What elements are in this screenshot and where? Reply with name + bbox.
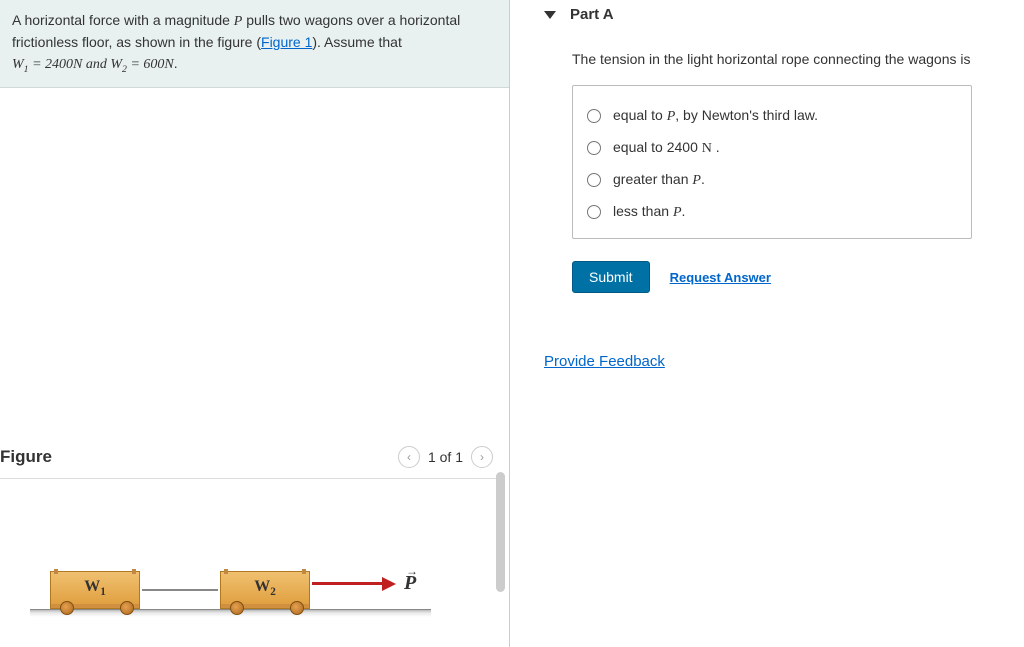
force-arrow: → P: [312, 572, 416, 595]
wheel-icon: [230, 601, 244, 615]
figure-link[interactable]: Figure 1: [261, 34, 312, 50]
provide-feedback-link[interactable]: Provide Feedback: [544, 353, 1024, 370]
option-3[interactable]: greater than P.: [587, 164, 957, 196]
figure-canvas: W1 W2 → P: [30, 519, 431, 639]
collapse-icon: [544, 11, 556, 19]
part-label: Part A: [570, 6, 614, 23]
question-text: The tension in the light horizontal rope…: [572, 51, 1024, 67]
radio-icon[interactable]: [587, 173, 601, 187]
problem-text: ). Assume that: [312, 34, 401, 50]
arrow-head-icon: [382, 577, 396, 591]
wheel-icon: [120, 601, 134, 615]
wheel-icon: [60, 601, 74, 615]
figure-title: Figure: [0, 447, 52, 467]
wheel-icon: [290, 601, 304, 615]
radio-icon[interactable]: [587, 205, 601, 219]
pager-label: 1 of 1: [428, 449, 463, 465]
part-header[interactable]: Part A: [544, 6, 1024, 23]
radio-icon[interactable]: [587, 141, 601, 155]
figure-pager: ‹ 1 of 1 ›: [398, 446, 493, 468]
problem-equation: W1 = 2400N and W2 = 600N: [12, 57, 174, 72]
right-pane: Part A The tension in the light horizont…: [510, 0, 1024, 647]
pager-prev-button[interactable]: ‹: [398, 446, 420, 468]
wagon-1: W1: [50, 571, 140, 605]
option-4[interactable]: less than P.: [587, 196, 957, 228]
pager-next-button[interactable]: ›: [471, 446, 493, 468]
submit-button[interactable]: Submit: [572, 261, 650, 293]
force-label: → P: [404, 572, 416, 595]
option-2[interactable]: equal to 2400 N .: [587, 132, 957, 164]
option-1[interactable]: equal to P, by Newton's third law.: [587, 100, 957, 132]
period: .: [174, 55, 178, 71]
problem-statement: A horizontal force with a magnitude P pu…: [0, 0, 509, 88]
answer-options: equal to P, by Newton's third law. equal…: [572, 85, 972, 239]
wagon-2: W2: [220, 571, 310, 605]
rope: [142, 589, 218, 591]
radio-icon[interactable]: [587, 109, 601, 123]
request-answer-link[interactable]: Request Answer: [670, 270, 771, 285]
left-pane: A horizontal force with a magnitude P pu…: [0, 0, 510, 647]
scrollbar-thumb[interactable]: [496, 472, 505, 592]
figure-section: Figure ‹ 1 of 1 › W1 W2: [0, 440, 509, 647]
problem-text: A horizontal force with a magnitude: [12, 12, 234, 28]
